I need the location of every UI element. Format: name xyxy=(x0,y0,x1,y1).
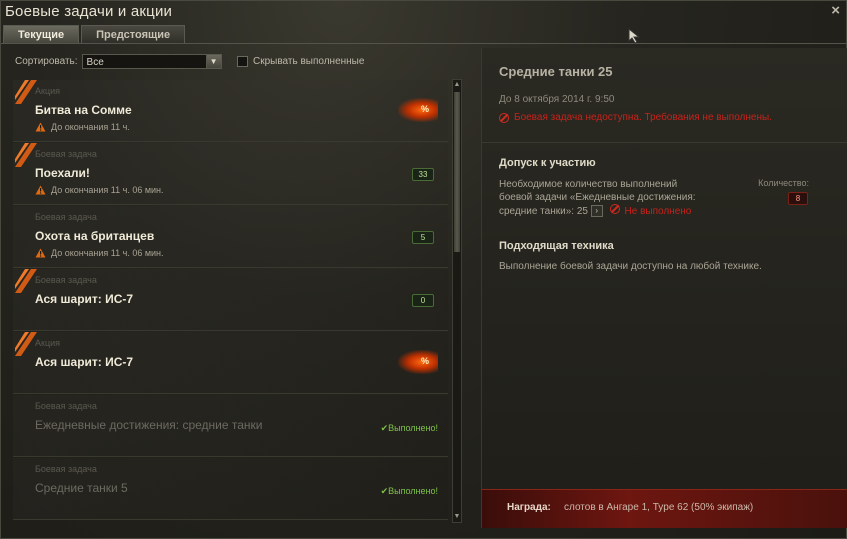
deadline-warning: До окончания 11 ч. 06 мин. xyxy=(35,248,164,258)
deadline-warning: До окончания 11 ч. 06 мин. xyxy=(35,185,164,195)
req-line-3: средние танки»: 25 xyxy=(499,206,588,217)
quest-list-item[interactable]: Боевая задача Ася шарит: ИС-7 0 xyxy=(13,269,448,331)
deadline-text: До окончания 11 ч. xyxy=(51,122,130,132)
quest-list-item[interactable]: Боевая задача Охота на британцев До оконча… xyxy=(13,206,448,268)
deadline-warning: До окончания 11 ч. xyxy=(35,122,130,132)
forbidden-icon xyxy=(609,204,620,214)
details-error: Боевая задача недоступна. Требования не … xyxy=(499,112,772,123)
progress-badge: 0 xyxy=(412,294,434,307)
hide-completed-label: Скрывать выполненные xyxy=(253,56,365,67)
quest-kind: Боевая задача xyxy=(35,464,97,474)
completed-label: ✔Выполнено! xyxy=(380,423,438,433)
quest-name: Битва на Сомме xyxy=(35,103,132,117)
tab-divider xyxy=(1,43,846,44)
promo-percent: % xyxy=(420,356,429,366)
sort-value: Все xyxy=(86,57,104,68)
details-title: Средние танки 25 xyxy=(499,64,613,79)
promo-indicator: % xyxy=(398,98,438,122)
scroll-down-icon[interactable]: ▼ xyxy=(453,512,461,522)
missions-window: Боевые задачи и акции × Текущие Предстоя… xyxy=(0,0,847,539)
progress-badge: 5 xyxy=(412,231,434,244)
requirement-text: Необходимое количество выполнений боевой… xyxy=(499,178,729,218)
quest-list-item[interactable]: Боевая задача Поехали! До окончания 11 ч. … xyxy=(13,143,448,205)
vehicles-text: Выполнение боевой задачи доступно на люб… xyxy=(499,261,762,272)
quest-name: Средние танки 5 xyxy=(35,481,128,495)
window-title: Боевые задачи и акции xyxy=(5,3,173,20)
quest-list-item[interactable]: Акция Ася шарит: ИС-7% xyxy=(13,332,448,394)
list-scrollbar[interactable]: ▲ ▼ xyxy=(452,79,462,523)
completed-label: ✔Выполнено! xyxy=(380,486,438,496)
quest-name: Ася шарит: ИС-7 xyxy=(35,355,134,369)
quest-name: Охота на британцев xyxy=(35,229,155,243)
reward-bar: Награда: слотов в Ангаре 1, Type 62 (50%… xyxy=(482,489,847,528)
req-line-2: боевой задачи «Ежедневные достижения: xyxy=(499,192,696,203)
details-error-text: Боевая задача недоступна. Требования не … xyxy=(514,112,772,123)
sort-label: Сортировать: xyxy=(15,56,78,67)
quest-kind: Боевая задача xyxy=(35,401,97,411)
req-line-1: Необходимое количество выполнений xyxy=(499,179,678,190)
reward-value: слотов в Ангаре 1, Type 62 (50% экипаж) xyxy=(564,502,754,513)
ribbon-icon xyxy=(15,332,37,356)
deadline-text: До окончания 11 ч. 06 мин. xyxy=(51,248,164,258)
mouse-cursor-icon xyxy=(628,28,641,44)
progress-badge: 33 xyxy=(412,168,434,181)
chevron-down-icon[interactable]: ▼ xyxy=(205,55,221,68)
quest-list-item[interactable]: Боевая задача Ежедневные достижения: сред… xyxy=(13,395,448,457)
details-divider xyxy=(482,142,847,143)
tabs: Текущие Предстоящие xyxy=(3,25,187,44)
quest-kind: Акция xyxy=(35,338,60,348)
quest-kind: Боевая задача xyxy=(35,212,97,222)
quest-kind: Акция xyxy=(35,86,60,96)
scroll-up-icon[interactable]: ▲ xyxy=(453,80,461,90)
quest-name: Ежедневные достижения: средние танки xyxy=(35,418,263,432)
sort-dropdown[interactable]: Все ▼ xyxy=(81,54,222,69)
count-badge: 8 xyxy=(788,192,808,205)
quest-kind: Боевая задача xyxy=(35,149,97,159)
requirement-link-button[interactable]: › xyxy=(590,205,603,218)
quest-list: Акция Битва на Сомме До окончания 11 ч.% Бо… xyxy=(13,80,448,525)
quest-kind: Боевая задача xyxy=(35,275,97,285)
forbidden-icon xyxy=(499,112,509,123)
title-bar: Боевые задачи и акции × xyxy=(1,1,846,23)
quest-name: Поехали! xyxy=(35,166,90,180)
promo-indicator: % xyxy=(398,350,438,374)
hide-completed-row[interactable]: Скрывать выполненные xyxy=(237,56,364,67)
ribbon-icon xyxy=(15,80,37,104)
warning-icon xyxy=(35,122,46,132)
warning-icon xyxy=(35,248,46,258)
req-line-3-row: средние танки»: 25 › Не выполнено xyxy=(499,204,729,218)
close-button[interactable]: × xyxy=(831,2,840,19)
hide-completed-checkbox[interactable] xyxy=(237,56,248,67)
deadline-text: До окончания 11 ч. 06 мин. xyxy=(51,185,164,195)
tab-current[interactable]: Текущие xyxy=(3,25,80,44)
quest-name: Ася шарит: ИС-7 xyxy=(35,292,134,306)
ribbon-icon xyxy=(15,269,37,293)
details-date: До 8 октября 2014 г. 9:50 xyxy=(499,94,615,105)
ribbon-icon xyxy=(15,143,37,167)
scroll-thumb[interactable] xyxy=(454,92,460,252)
req-status-text: Не выполнено xyxy=(624,206,692,217)
quest-list-item[interactable]: Акция Битва на Сомме До окончания 11 ч.% xyxy=(13,80,448,142)
admission-heading: Допуск к участию xyxy=(499,157,596,169)
count-label: Количество: xyxy=(758,178,809,188)
tab-upcoming[interactable]: Предстоящие xyxy=(81,25,186,44)
quest-list-item[interactable]: Боевая задача Средние танки 5 ✔Выполнено! xyxy=(13,458,448,520)
warning-icon xyxy=(35,185,46,195)
sort-row: Сортировать: Все ▼ xyxy=(15,54,222,69)
vehicles-heading: Подходящая техника xyxy=(499,240,614,252)
quest-details-panel: Средние танки 25 До 8 октября 2014 г. 9:… xyxy=(481,48,847,528)
promo-percent: % xyxy=(420,104,429,114)
req-status: Не выполнено xyxy=(609,204,692,217)
reward-label: Награда: xyxy=(507,502,551,513)
